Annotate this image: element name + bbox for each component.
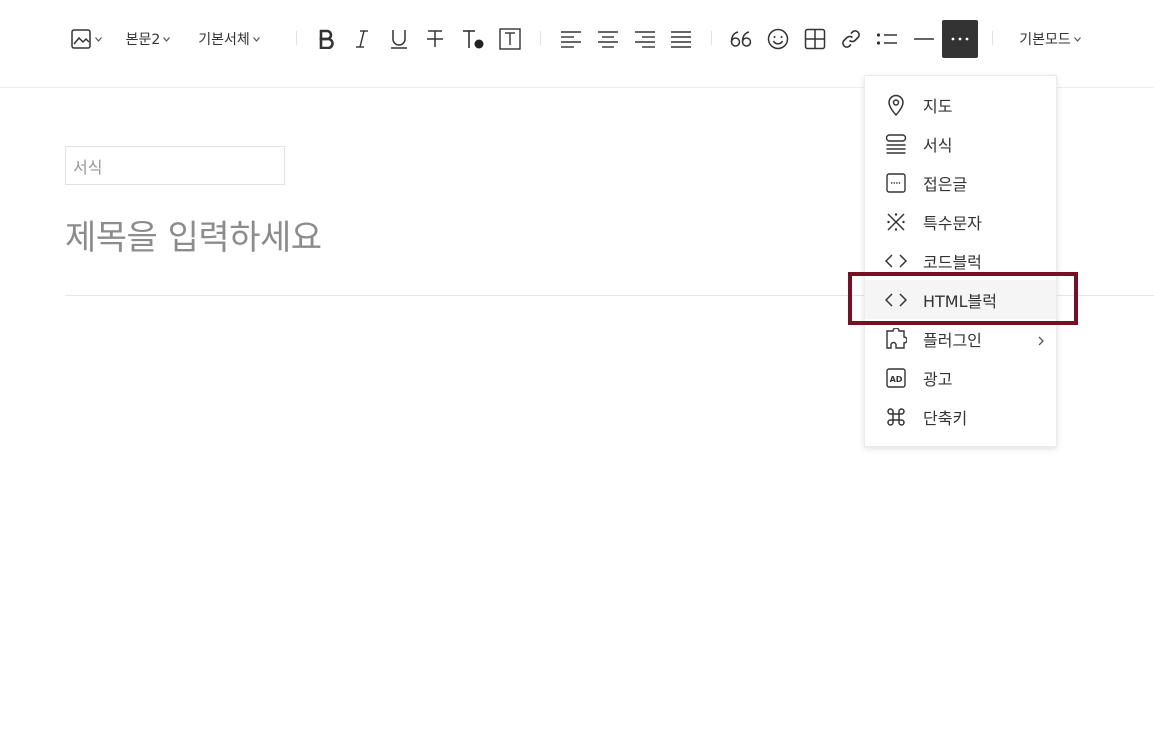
align-center-button[interactable] <box>594 20 622 58</box>
table-icon <box>804 28 826 50</box>
special-char-icon <box>885 211 907 233</box>
align-left-button[interactable] <box>557 20 585 58</box>
bullet-list-icon <box>876 30 898 48</box>
toolbar-divider <box>992 31 993 45</box>
menu-item-fold[interactable]: 접은글 <box>865 163 1056 202</box>
code-icon <box>885 250 907 272</box>
align-right-button[interactable] <box>631 20 659 58</box>
horizontal-line-icon <box>913 37 935 41</box>
font-family-dropdown[interactable]: 기본서체 <box>190 20 268 58</box>
category-placeholder: 서식 <box>73 157 103 177</box>
text-background-button[interactable] <box>496 20 524 58</box>
bullet-list-button[interactable] <box>873 20 901 58</box>
paragraph-style-label: 본문2 <box>125 32 161 48</box>
text-background-icon <box>499 28 521 50</box>
smiley-icon <box>767 28 789 50</box>
menu-item-label: HTML블럭 <box>923 291 997 311</box>
image-icon <box>70 28 92 50</box>
editor-mode-dropdown[interactable]: 기본모드 <box>1012 20 1088 58</box>
align-center-icon <box>597 30 619 48</box>
menu-item-map[interactable]: 지도 <box>865 85 1056 124</box>
menu-item-ad[interactable]: AD 광고 <box>865 358 1056 397</box>
align-justify-icon <box>670 30 692 48</box>
chevron-down-icon <box>252 36 260 42</box>
insert-image-button[interactable] <box>66 20 106 58</box>
chevron-down-icon <box>95 36 102 42</box>
strikethrough-icon <box>426 29 444 49</box>
title-input[interactable]: 제목을 입력하세요 <box>65 210 322 259</box>
more-options-menu: 지도 서식 접은글 특수문자 코드블럭 HTML블럭 플러그인 AD 광고 단축… <box>864 75 1057 447</box>
more-dots-icon <box>950 37 970 41</box>
plugin-icon <box>885 327 907 350</box>
menu-item-label: 특수문자 <box>923 213 982 233</box>
link-icon <box>840 28 862 50</box>
italic-button[interactable] <box>348 20 376 58</box>
horizontal-rule-button[interactable] <box>910 20 938 58</box>
text-color-button[interactable] <box>459 20 487 58</box>
quote-icon <box>730 30 752 48</box>
map-pin-icon <box>885 94 907 116</box>
menu-item-code-block[interactable]: 코드블럭 <box>865 241 1056 280</box>
strikethrough-button[interactable] <box>421 20 449 58</box>
font-family-label: 기본서체 <box>198 32 250 48</box>
menu-item-label: 단축키 <box>923 408 968 428</box>
link-button[interactable] <box>837 20 865 58</box>
ad-icon: AD <box>885 367 907 389</box>
category-select[interactable]: 서식 <box>65 146 285 185</box>
command-icon <box>885 406 907 428</box>
toolbar-divider <box>296 31 297 45</box>
svg-text:AD: AD <box>890 375 903 384</box>
bold-icon <box>317 29 335 49</box>
align-right-icon <box>634 30 656 48</box>
menu-item-template[interactable]: 서식 <box>865 124 1056 163</box>
table-button[interactable] <box>801 20 829 58</box>
menu-item-html-block[interactable]: HTML블럭 <box>865 280 1056 319</box>
menu-item-label: 광고 <box>923 369 953 389</box>
align-left-icon <box>560 30 582 48</box>
underline-button[interactable] <box>385 20 413 58</box>
chevron-down-icon <box>1073 36 1081 42</box>
editor-mode-label: 기본모드 <box>1019 32 1071 48</box>
menu-item-shortcuts[interactable]: 단축키 <box>865 397 1056 436</box>
text-color-icon <box>461 28 485 50</box>
chevron-down-icon <box>163 36 171 42</box>
menu-item-label: 지도 <box>923 96 953 116</box>
menu-item-label: 접은글 <box>923 174 968 194</box>
more-options-button[interactable] <box>942 20 978 58</box>
underline-icon <box>390 29 408 49</box>
bold-button[interactable] <box>312 20 340 58</box>
fold-icon <box>885 172 907 194</box>
menu-item-label: 코드블럭 <box>923 252 982 272</box>
quote-button[interactable] <box>727 20 755 58</box>
code-icon <box>885 289 907 311</box>
toolbar-divider <box>540 31 541 45</box>
paragraph-style-dropdown[interactable]: 본문2 <box>120 20 176 58</box>
emoticon-button[interactable] <box>764 20 792 58</box>
menu-item-plugin[interactable]: 플러그인 <box>865 319 1056 358</box>
align-justify-button[interactable] <box>667 20 695 58</box>
toolbar-divider <box>711 31 712 45</box>
menu-item-special-characters[interactable]: 특수문자 <box>865 202 1056 241</box>
italic-icon <box>354 29 370 49</box>
chevron-right-icon <box>1038 331 1044 350</box>
menu-item-label: 플러그인 <box>923 330 982 350</box>
menu-item-label: 서식 <box>923 135 953 155</box>
template-icon <box>885 133 907 155</box>
